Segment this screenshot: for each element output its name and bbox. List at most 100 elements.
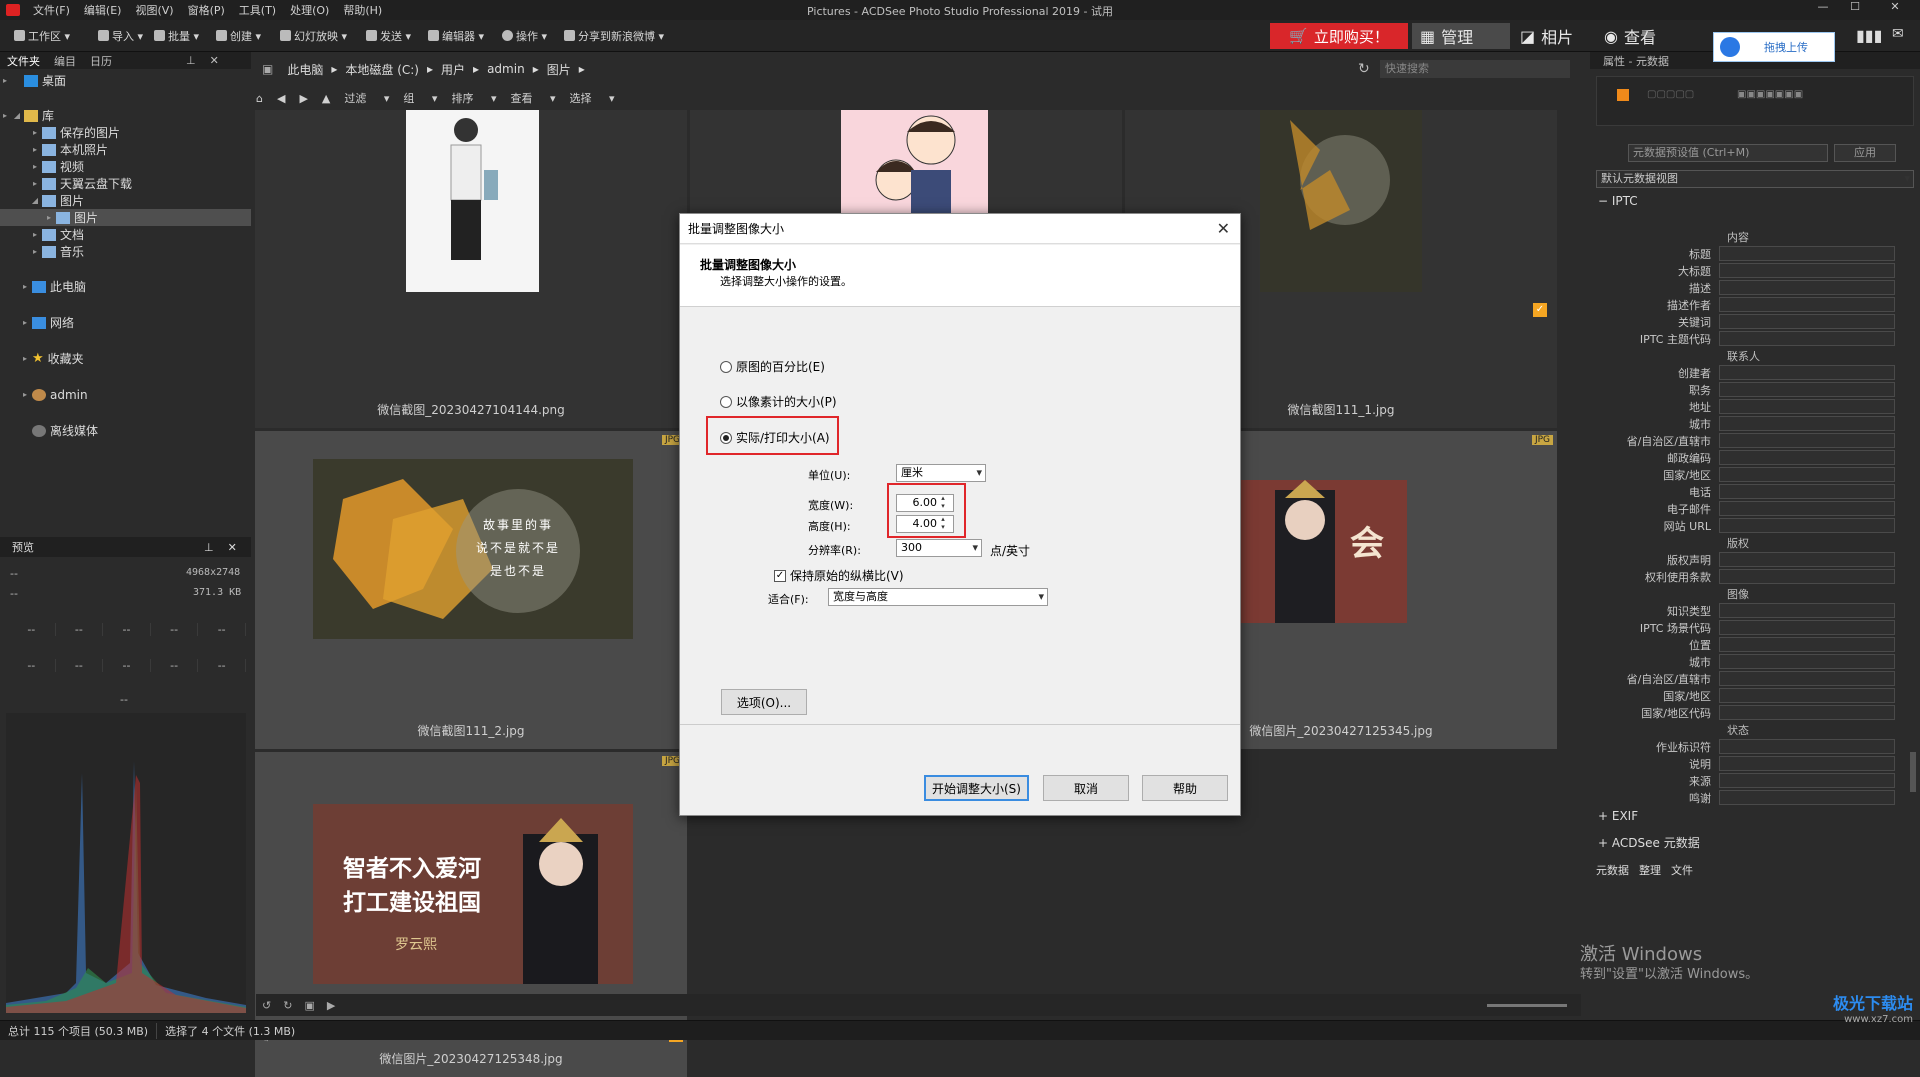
iptc-field-input[interactable] <box>1719 416 1895 431</box>
import-button[interactable]: 导入 ▾ <box>98 28 143 44</box>
pin-icon[interactable]: ⊥ <box>179 54 203 67</box>
tab-folders[interactable]: 文件夹 <box>0 53 47 69</box>
slideshow-icon[interactable]: ▶ <box>327 999 335 1012</box>
menu-help[interactable]: 帮助(H) <box>336 2 389 18</box>
iptc-field-input[interactable] <box>1719 467 1895 482</box>
radio-pixels[interactable]: 以像素计的大小(P) <box>720 393 837 410</box>
quick-search-input[interactable]: 快速搜索 <box>1380 60 1570 78</box>
iptc-field-input[interactable] <box>1719 654 1895 669</box>
scrollbar-thumb[interactable] <box>1910 752 1916 792</box>
iptc-field-input[interactable] <box>1719 450 1895 465</box>
tree-item-admin[interactable]: ▸ admin <box>0 386 251 403</box>
home-icon[interactable]: ⌂ <box>256 92 263 105</box>
iptc-field-input[interactable] <box>1719 484 1895 499</box>
breadcrumb-local-disk[interactable]: 本地磁盘 (C:) <box>337 61 427 78</box>
manage-mode-button[interactable]: ▦ 管理 <box>1412 23 1510 49</box>
iptc-field-input[interactable] <box>1719 365 1895 380</box>
tree-item-pictures[interactable]: ◢ 图片 <box>0 192 251 209</box>
menu-process[interactable]: 处理(O) <box>283 2 336 18</box>
iptc-field-input[interactable] <box>1719 552 1895 567</box>
cancel-button[interactable]: 取消 <box>1043 775 1129 801</box>
breadcrumb-admin[interactable]: admin <box>479 62 533 76</box>
radio-percent[interactable]: 原图的百分比(E) <box>720 358 825 375</box>
forward-icon[interactable]: ▶ <box>299 92 307 105</box>
tab-calendar[interactable]: 日历 <box>83 53 119 69</box>
iptc-field-input[interactable] <box>1719 671 1895 686</box>
zoom-slider[interactable] <box>1487 1003 1568 1007</box>
iptc-field-input[interactable] <box>1719 637 1895 652</box>
iptc-field-input[interactable] <box>1719 263 1895 278</box>
color-label-orange[interactable] <box>1617 89 1629 101</box>
pin-icon[interactable]: ⊥ <box>204 541 214 554</box>
breadcrumb-pictures[interactable]: 图片 <box>539 61 579 78</box>
thumbnail-tile[interactable]: 微信截图_20230427104144.png <box>255 110 687 428</box>
tree-item-videos[interactable]: ▸ 视频 <box>0 158 251 175</box>
iptc-field-input[interactable] <box>1719 773 1895 788</box>
close-window-button[interactable]: ✕ <box>1880 0 1910 20</box>
iptc-field-input[interactable] <box>1719 399 1895 414</box>
thumbnail-tile-selected[interactable]: JPG 故事里的事 说不是就不是 是也不是 微信截图111_2.jpg <box>255 431 687 749</box>
tree-item-pictures-selected[interactable]: ▸ 图片 <box>0 209 251 226</box>
minimize-button[interactable]: — <box>1808 0 1838 20</box>
keep-ratio-checkbox[interactable]: ✓ 保持原始的纵横比(V) <box>774 567 904 584</box>
menu-file[interactable]: 文件(F) <box>26 2 77 18</box>
iptc-field-input[interactable] <box>1719 280 1895 295</box>
select-menu[interactable]: 选择 ▾ <box>570 90 615 106</box>
iptc-field-input[interactable] <box>1719 756 1895 771</box>
iptc-field-input[interactable] <box>1719 603 1895 618</box>
metadata-view-combo[interactable]: 默认元数据视图 <box>1596 170 1914 188</box>
fit-select[interactable]: 宽度与高度 <box>828 588 1048 606</box>
options-button[interactable]: 选项(O)... <box>721 689 807 715</box>
exif-section-header[interactable]: + EXIF <box>1598 809 1638 823</box>
buy-now-button[interactable]: 🛒 立即购买！ <box>1270 23 1408 49</box>
iptc-field-input[interactable] <box>1719 314 1895 329</box>
breadcrumb-users[interactable]: 用户 <box>433 61 473 78</box>
tree-item-cloud-downloads[interactable]: ▸ 天翼云盘下载 <box>0 175 251 192</box>
start-resize-button[interactable]: 开始调整大小(S) <box>924 775 1029 801</box>
iptc-field-input[interactable] <box>1719 688 1895 703</box>
view-mode-button[interactable]: ◉ 查看 <box>1596 23 1684 49</box>
close-panel-icon[interactable]: ✕ <box>228 541 237 554</box>
sort-menu[interactable]: 排序 ▾ <box>451 90 496 106</box>
tab-catalog[interactable]: 编目 <box>47 53 83 69</box>
iptc-field-input[interactable] <box>1719 297 1895 312</box>
tree-item-library[interactable]: ▸ ◢ 库 <box>0 107 251 124</box>
iptc-field-input[interactable] <box>1719 569 1895 584</box>
back-icon[interactable]: ◀ <box>277 92 285 105</box>
iptc-section-header[interactable]: − IPTC <box>1598 194 1638 208</box>
tree-item-music[interactable]: ▸ 音乐 <box>0 243 251 260</box>
refresh-icon[interactable]: ↻ <box>1358 61 1370 77</box>
view-menu[interactable]: 查看 ▾ <box>510 90 555 106</box>
notification-icon[interactable]: ✉ <box>1892 26 1904 42</box>
rating-stars[interactable]: ▢▢▢▢▢ <box>1647 89 1694 100</box>
workspace-button[interactable]: 工作区 ▾ <box>14 28 70 44</box>
iptc-field-input[interactable] <box>1719 739 1895 754</box>
acdsee-metadata-header[interactable]: + ACDSee 元数据 <box>1598 834 1700 851</box>
create-button[interactable]: 创建 ▾ <box>216 28 261 44</box>
iptc-field-input[interactable] <box>1719 382 1895 397</box>
iptc-field-input[interactable] <box>1719 518 1895 533</box>
tree-item-offline-media[interactable]: 离线媒体 <box>0 422 251 439</box>
stats-icon[interactable]: ▮▮▮ <box>1856 26 1882 45</box>
iptc-field-input[interactable] <box>1719 620 1895 635</box>
iptc-field-input[interactable] <box>1719 790 1895 805</box>
unit-select[interactable]: 厘米 <box>896 464 986 482</box>
dialog-close-button[interactable]: ✕ <box>1217 219 1230 238</box>
up-icon[interactable]: ▲ <box>322 92 330 105</box>
iptc-field-input[interactable] <box>1719 705 1895 720</box>
menu-tools[interactable]: 工具(T) <box>232 2 283 18</box>
menu-edit[interactable]: 编辑(E) <box>77 2 129 18</box>
color-labels[interactable]: ▣▣▣▣▣▣▣ <box>1737 89 1803 100</box>
tree-item-this-pc[interactable]: ▸ 此电脑 <box>0 278 251 295</box>
close-panel-icon[interactable]: ✕ <box>203 54 226 67</box>
tree-item-saved-pictures[interactable]: ▸ 保存的图片 <box>0 124 251 141</box>
tree-item-camera-roll[interactable]: ▸ 本机照片 <box>0 141 251 158</box>
tree-item-desktop[interactable]: ▸ 桌面 <box>0 72 251 89</box>
iptc-field-input[interactable] <box>1719 501 1895 516</box>
tab-metadata[interactable]: 元数据 <box>1596 862 1629 878</box>
iptc-field-input[interactable] <box>1719 246 1895 261</box>
selected-checkbox[interactable]: ✓ <box>1533 303 1547 317</box>
rotate-right-icon[interactable]: ↻ <box>283 999 292 1012</box>
resolution-select[interactable]: 300 <box>896 539 982 557</box>
breadcrumb-this-pc[interactable]: 此电脑 <box>279 61 331 78</box>
